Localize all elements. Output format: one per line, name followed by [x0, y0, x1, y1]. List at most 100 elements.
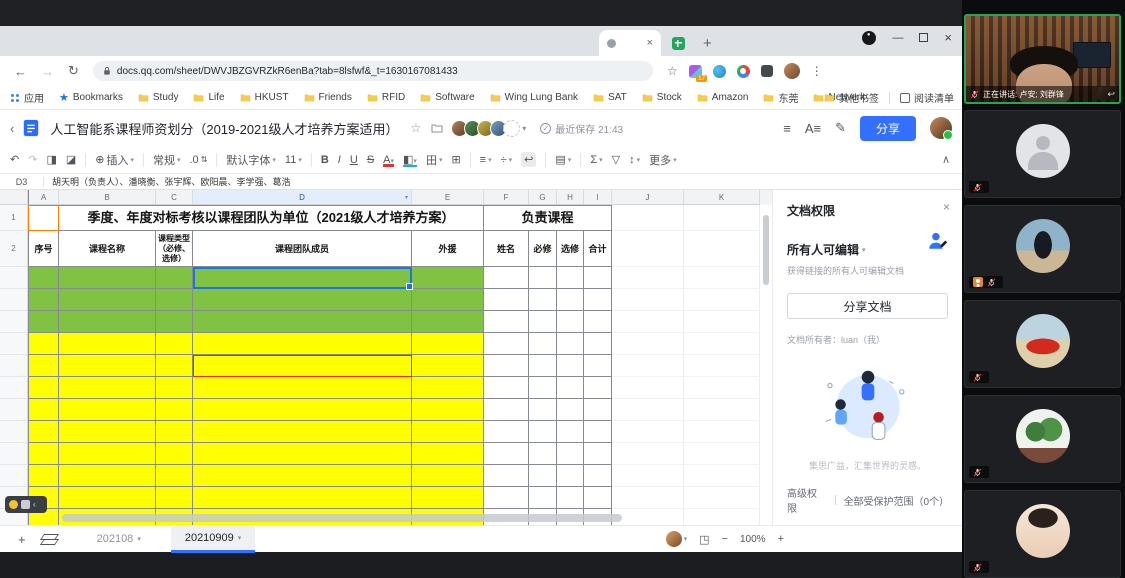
row-header[interactable] [0, 311, 28, 333]
cell[interactable] [484, 377, 529, 399]
cell[interactable] [557, 355, 584, 377]
cell[interactable] [156, 377, 193, 399]
cell[interactable] [59, 487, 156, 509]
bookmark-starred[interactable]: ★Bookmarks [59, 91, 123, 104]
cell[interactable] [557, 399, 584, 421]
fullscreen-icon[interactable]: ◳ [699, 533, 709, 546]
fill-color-icon[interactable]: ◧▾ [403, 153, 417, 166]
cell[interactable] [557, 377, 584, 399]
col-header-h[interactable]: H [557, 190, 584, 205]
cell[interactable] [412, 465, 484, 487]
cell[interactable] [59, 333, 156, 355]
cell[interactable] [28, 443, 59, 465]
cell[interactable] [193, 377, 412, 399]
browser-tab[interactable] [389, 36, 402, 49]
extension-globe-icon[interactable] [713, 65, 726, 78]
browser-tab[interactable] [123, 36, 136, 49]
cell[interactable] [612, 311, 684, 333]
emoji-icon[interactable] [9, 500, 18, 509]
sheet-tab-202108[interactable]: 202108▾ [97, 533, 141, 545]
browser-tab[interactable] [85, 36, 98, 49]
cell[interactable] [28, 377, 59, 399]
cell[interactable]: 合计 [584, 231, 612, 267]
cell[interactable] [59, 289, 156, 311]
cell[interactable] [484, 421, 529, 443]
zoom-in-icon[interactable]: + [778, 533, 784, 545]
bookmark-folder[interactable]: Friends [304, 90, 352, 105]
back-chevron-icon[interactable]: ‹ [10, 121, 14, 136]
cell[interactable] [193, 421, 412, 443]
cell[interactable] [156, 487, 193, 509]
undo-icon[interactable]: ↶ [10, 153, 19, 166]
cell[interactable] [412, 487, 484, 509]
menu-icon[interactable]: ≡ [783, 121, 791, 136]
align-icon[interactable]: ≡▾ [480, 154, 492, 166]
bookmark-folder[interactable]: Stock [642, 90, 682, 105]
browser-tab[interactable] [161, 36, 174, 49]
row-header[interactable] [0, 421, 28, 443]
reply-arrow-icon[interactable]: ↩ [1107, 89, 1115, 100]
cell[interactable] [684, 267, 760, 289]
cell[interactable] [193, 487, 412, 509]
cell[interactable] [193, 465, 412, 487]
cell[interactable] [28, 465, 59, 487]
browser-tab[interactable] [370, 36, 383, 49]
col-header-a[interactable]: A [28, 190, 59, 205]
cell[interactable] [28, 355, 59, 377]
bookmark-folder[interactable]: HKUST [240, 90, 289, 105]
browser-tab[interactable] [560, 36, 573, 49]
cell[interactable] [584, 355, 612, 377]
col-header-k[interactable]: K [684, 190, 760, 205]
chrome-colors-icon[interactable] [737, 65, 750, 78]
video-tile-speaker[interactable]: 正在讲话: 卢安; 刘群锋 ↩ [964, 14, 1121, 104]
cell[interactable] [557, 267, 584, 289]
bookmark-star-icon[interactable]: ☆ [667, 64, 678, 78]
browser-tab[interactable] [408, 36, 421, 49]
cell[interactable] [59, 421, 156, 443]
browser-tab[interactable] [351, 36, 364, 49]
cell[interactable] [684, 205, 760, 231]
cell[interactable] [28, 289, 59, 311]
cell[interactable] [193, 311, 412, 333]
cell[interactable] [612, 509, 684, 525]
more-button[interactable]: 更多▾ [649, 152, 677, 168]
cell[interactable] [529, 465, 557, 487]
browser-tab[interactable] [541, 36, 554, 49]
underline-icon[interactable]: U [350, 154, 358, 166]
cell[interactable] [684, 377, 760, 399]
browser-tab[interactable] [294, 36, 307, 49]
format-painter-icon[interactable]: ◨ [46, 153, 56, 166]
cell[interactable] [529, 355, 557, 377]
video-tile[interactable] [964, 110, 1121, 198]
video-tile[interactable] [964, 205, 1121, 293]
vertical-align-icon[interactable]: ÷▾ [501, 154, 513, 166]
cell[interactable] [584, 333, 612, 355]
bookmark-apps[interactable]: 应用 [10, 90, 44, 105]
zoom-out-icon[interactable]: − [722, 533, 728, 545]
cell[interactable] [584, 311, 612, 333]
forward-icon[interactable]: → [41, 64, 54, 79]
browser-tab[interactable] [66, 36, 79, 49]
cell[interactable]: 课程类型（必修、选修） [156, 231, 193, 267]
browser-tab[interactable] [503, 36, 516, 49]
minimize-button[interactable]: — [892, 32, 903, 44]
formula-value[interactable]: 胡天明（负责人）、潘晓衡、张宇辉、欧阳晨、李学强、葛浩 [52, 175, 291, 188]
browser-tab[interactable] [28, 36, 41, 49]
cell[interactable] [529, 487, 557, 509]
permission-setting[interactable]: 所有人可编辑▾ [787, 241, 948, 258]
cell[interactable] [612, 487, 684, 509]
cell[interactable] [412, 267, 484, 289]
row-header[interactable] [0, 377, 28, 399]
back-icon[interactable]: ← [14, 64, 27, 79]
cell[interactable] [612, 443, 684, 465]
browser-tab[interactable] [446, 36, 459, 49]
row-header[interactable] [0, 465, 28, 487]
bookmark-folder[interactable]: Software [420, 90, 474, 105]
cell[interactable] [412, 399, 484, 421]
cell[interactable] [59, 267, 156, 289]
cell[interactable] [529, 421, 557, 443]
cell[interactable] [412, 443, 484, 465]
close-icon[interactable]: × [943, 200, 950, 214]
font-select[interactable]: 默认字体▾ [226, 152, 276, 168]
row-header[interactable] [0, 355, 28, 377]
